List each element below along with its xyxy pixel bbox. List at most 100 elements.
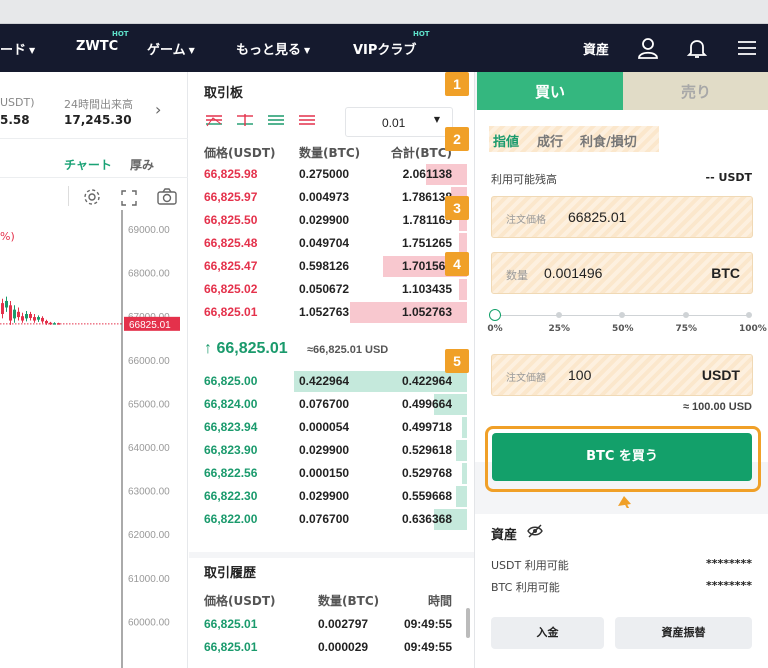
order-type-bar: 指値 成行 利食/損切 — [489, 126, 659, 152]
precision-select[interactable]: 0.01 ▼ — [345, 107, 453, 137]
ask-qty: 0.029900 — [299, 213, 350, 227]
orderbook-title: 取引板 — [204, 86, 244, 101]
slider-mark[interactable] — [555, 312, 562, 318]
bell-icon[interactable] — [685, 36, 709, 60]
deposit-button[interactable]: 入金 — [491, 617, 604, 649]
candle-body — [9, 305, 12, 321]
step-badge-5: 5 — [445, 349, 469, 373]
fullscreen-icon[interactable] — [120, 189, 138, 207]
bid-row[interactable]: 66,823.94 0.000054 0.499718 — [189, 416, 474, 439]
nav-item-game[interactable]: ゲーム ▼ — [147, 39, 195, 58]
nav-item-label: ゲーム — [147, 43, 186, 58]
last-price-usd: ≈66,825.01 USD — [307, 344, 389, 356]
scrollbar[interactable] — [466, 608, 470, 638]
order-type-limit[interactable]: 指値 — [493, 131, 519, 150]
ask-row[interactable]: 66,825.97 0.004973 1.786138 — [189, 186, 474, 209]
price-input[interactable]: 注文価格 66825.01 — [491, 196, 753, 238]
usdt-available-value: ******** — [705, 557, 752, 570]
page: ード ▼ ZWTC HOT ゲーム ▼ もっと見る ▼ VIPクラブ HOT 資産 U… — [0, 0, 768, 668]
user-icon[interactable] — [636, 36, 660, 60]
ask-row[interactable]: 66,825.47 0.598126 1.701561 — [189, 255, 474, 278]
slider-mark[interactable] — [619, 312, 625, 318]
ask-row[interactable]: 66,825.50 0.029900 1.781165 — [189, 209, 474, 232]
bid-row[interactable]: 66,825.00 0.422964 0.422964 — [189, 370, 474, 393]
trade-row: 66,825.01 0.000029 09:49:55 — [189, 636, 474, 659]
nav-assets[interactable]: 資産 — [583, 39, 609, 58]
slider-mark-label: 25% — [548, 324, 571, 334]
ask-qty: 0.050672 — [299, 282, 350, 296]
bid-qty: 0.076700 — [299, 397, 350, 411]
candle-body — [33, 317, 36, 321]
hot-badge: HOT — [413, 30, 430, 38]
quantity-input[interactable]: 数量 0.001496 BTC — [491, 252, 753, 294]
candle-body — [41, 317, 44, 322]
nav-item-more[interactable]: もっと見る ▼ — [236, 39, 310, 58]
step-badge-4: 4 — [445, 252, 469, 276]
ask-qty: 0.275000 — [299, 167, 350, 181]
order-type-market[interactable]: 成行 — [537, 131, 563, 150]
candlestick-chart[interactable]: 69000.0068000.0067000.0066000.0065000.00… — [0, 210, 188, 668]
orderbook-asks-icon[interactable] — [297, 112, 317, 128]
bid-row[interactable]: 66,822.56 0.000150 0.529768 — [189, 462, 474, 485]
orderbook-panel: 取引板 0.01 ▼ 価格(USDT) 数量(BTC) 合計(BTC) 66,8… — [189, 72, 474, 668]
nav-item-trade[interactable]: ード ▼ — [0, 39, 35, 58]
ask-price: 66,825.48 — [204, 236, 258, 250]
header-qty: 数量(BTC) — [299, 146, 361, 160]
bid-total: 0.499718 — [401, 420, 452, 434]
bid-price: 66,825.00 — [204, 374, 258, 388]
ask-row[interactable]: 66,825.02 0.050672 1.103435 — [189, 278, 474, 301]
bid-row[interactable]: 66,824.00 0.076700 0.499664 — [189, 393, 474, 416]
slider-mark[interactable] — [489, 309, 501, 321]
balance-value: -- USDT — [705, 171, 752, 184]
bid-row[interactable]: 66,822.30 0.029900 0.559668 — [189, 485, 474, 508]
slider-mark-label: 0% — [487, 324, 503, 334]
amount-input[interactable]: 注文価額 100 USDT — [491, 354, 753, 396]
tab-depth[interactable]: 厚み — [130, 156, 154, 173]
candle-body — [45, 320, 48, 324]
nav-item-label: もっと見る — [236, 43, 302, 58]
chevron-down-icon: ▼ — [304, 46, 311, 55]
tab-chart[interactable]: チャート — [64, 156, 112, 173]
last-price: ↑ 66,825.01 — [204, 340, 288, 358]
chevron-right-icon[interactable]: › — [155, 100, 161, 119]
bid-qty: 0.000054 — [299, 420, 350, 434]
buy-btc-button[interactable]: BTC を買う — [492, 433, 752, 481]
amount-unit: USDT — [701, 367, 740, 383]
gear-icon[interactable] — [82, 187, 102, 207]
bid-total: 0.636368 — [401, 512, 452, 526]
ask-price: 66,825.98 — [204, 167, 258, 181]
slider-mark[interactable] — [682, 312, 689, 318]
nav-item-vip[interactable]: VIPクラブ — [353, 39, 416, 58]
price-value: 66825.01 — [568, 209, 627, 225]
tab-sell[interactable]: 売り — [623, 72, 768, 110]
price-tick-label: 62000.00 — [128, 530, 170, 541]
ask-row[interactable]: 66,825.01 1.052763 1.052763 — [189, 301, 474, 324]
slider-mark[interactable] — [746, 312, 752, 318]
menu-icon[interactable] — [735, 36, 759, 60]
trade-price: 66,825.01 — [204, 640, 258, 654]
price-tick-label: 69000.00 — [128, 225, 170, 236]
order-type-tpsl[interactable]: 利食/損切 — [580, 131, 637, 150]
bid-price: 66,822.00 — [204, 512, 258, 526]
camera-icon[interactable] — [156, 187, 178, 207]
eye-hidden-icon[interactable] — [527, 524, 543, 538]
ticker-volume-label: 24時間出来高 — [64, 98, 133, 111]
nav-item-zwtc[interactable]: ZWTC — [76, 39, 118, 54]
ask-row[interactable]: 66,825.98 0.275000 2.061138 — [189, 163, 474, 186]
tab-buy[interactable]: 買い — [477, 72, 623, 110]
assets-title: 資産 — [491, 528, 518, 543]
orderbook-bids-icon[interactable] — [266, 112, 286, 128]
bid-row[interactable]: 66,823.90 0.029900 0.529618 — [189, 439, 474, 462]
header-price: 価格(USDT) — [204, 146, 276, 160]
bid-qty: 0.422964 — [299, 374, 350, 388]
ask-row[interactable]: 66,825.48 0.049704 1.751265 — [189, 232, 474, 255]
orderbook-split-icon[interactable] — [235, 112, 255, 128]
bid-price: 66,822.56 — [204, 466, 258, 480]
bid-qty: 0.029900 — [299, 489, 350, 503]
ask-price: 66,825.02 — [204, 282, 258, 296]
bid-row[interactable]: 66,822.00 0.076700 0.636368 — [189, 508, 474, 531]
ask-total: 2.061138 — [402, 167, 452, 181]
depth-bar — [459, 279, 467, 300]
transfer-button[interactable]: 資産振替 — [615, 617, 752, 649]
orderbook-both-icon[interactable] — [204, 112, 224, 128]
